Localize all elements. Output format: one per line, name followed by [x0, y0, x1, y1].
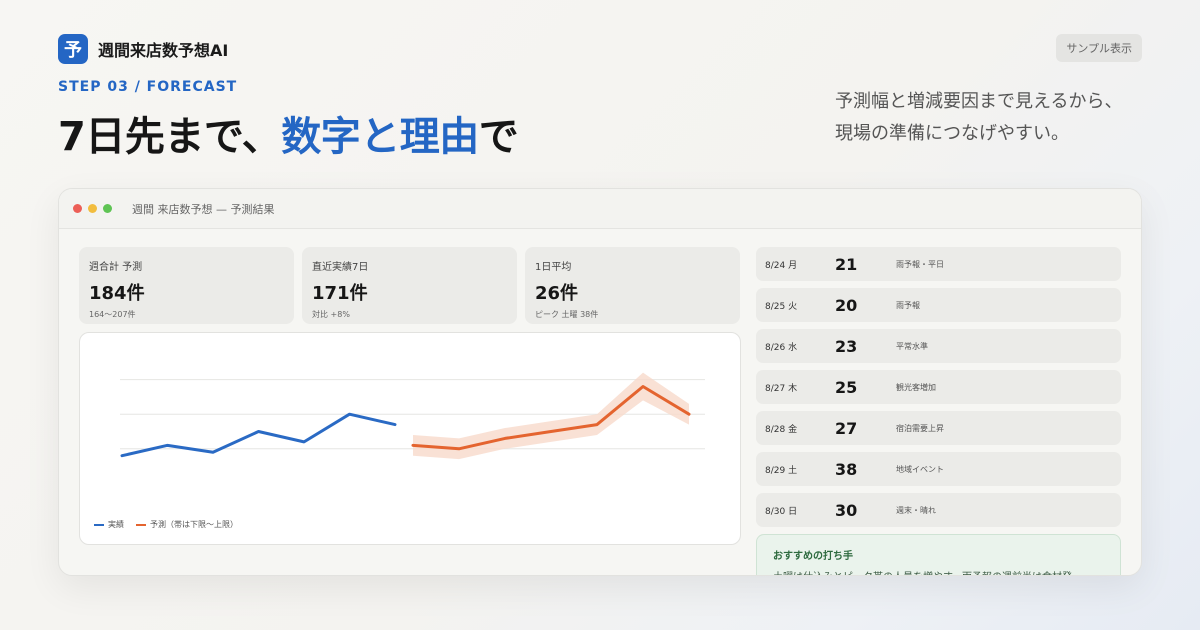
day-value: 23 — [835, 336, 858, 356]
kpi-label: 週合計 予測 — [89, 262, 143, 273]
forecast-chart-card: 実績 予測（帯は下限〜上限） — [79, 332, 741, 545]
day-value: 27 — [835, 418, 858, 438]
lead-line-2: 現場の準備につなげやすい。 — [835, 123, 1069, 144]
lead-text: 予測幅と増減要因まで見えるから、 現場の準備につなげやすい。 — [835, 86, 1140, 150]
day-note: 週末・晴れ — [896, 505, 936, 515]
brand-name: 週間来店数予想AI — [98, 41, 229, 60]
day-note: 宿泊需要上昇 — [896, 423, 944, 433]
forecast-chart — [120, 372, 705, 460]
day-row: 8/29 土 38 地域イベント — [756, 452, 1121, 486]
legend-label-actual: 実績 — [108, 520, 124, 529]
step-label: STEP 03 / FORECAST — [58, 79, 238, 95]
day-value: 21 — [835, 254, 858, 274]
daily-forecast-list: 8/24 月 21 雨予報・平日 8/25 火 20 雨予報 8/26 水 23 平常水準 … — [756, 247, 1121, 534]
actual-series-line — [120, 412, 397, 458]
day-note: 雨予報・平日 — [896, 259, 944, 269]
window-titlebar: 週間 来店数予想 — 予測結果 — [59, 189, 1141, 229]
minimize-window-button[interactable] — [88, 204, 97, 213]
day-date: 8/26 水 — [765, 342, 798, 353]
kpi-sub: ピーク 土曜 38件 — [535, 310, 599, 319]
kpi-label: 直近実績7日 — [312, 262, 369, 273]
kpi-value: 184件 — [89, 283, 145, 304]
window-title: 週間 来店数予想 — 予測結果 — [132, 202, 275, 216]
day-value: 25 — [835, 377, 858, 397]
page-title: 7日先まで、数字と理由で — [58, 104, 519, 162]
day-note: 観光客増加 — [896, 382, 936, 392]
legend-swatch-forecast — [136, 523, 146, 526]
day-date: 8/27 木 — [765, 383, 798, 394]
day-date: 8/25 火 — [765, 301, 798, 312]
kpi-sub: 164〜207件 — [89, 310, 136, 319]
day-row: 8/30 日 30 週末・晴れ — [756, 493, 1121, 527]
headline-highlight: 数字と理由 — [281, 114, 479, 160]
kpi-label: 1日平均 — [535, 262, 572, 273]
legend-label-forecast: 予測（帯は下限〜上限） — [150, 520, 238, 529]
kpi-value: 171件 — [312, 283, 368, 304]
day-date: 8/24 月 — [765, 260, 798, 271]
legend-swatch-actual — [94, 523, 104, 526]
legend-item-actual: 実績 — [94, 519, 124, 530]
day-row: 8/28 金 27 宿泊需要上昇 — [756, 411, 1121, 445]
chart-legend: 実績 予測（帯は下限〜上限） — [94, 519, 238, 530]
headline-part1: 7日先まで、 — [58, 114, 282, 160]
day-value: 30 — [835, 500, 858, 520]
day-date: 8/29 土 — [765, 465, 798, 476]
day-row: 8/27 木 25 観光客増加 — [756, 370, 1121, 404]
day-row: 8/25 火 20 雨予報 — [756, 288, 1121, 322]
lead-line-1: 予測幅と増減要因まで見えるから、 — [835, 91, 1123, 112]
maximize-window-button[interactable] — [103, 204, 112, 213]
headline-part2: で — [478, 114, 519, 160]
close-window-button[interactable] — [73, 204, 82, 213]
day-value: 20 — [835, 295, 858, 315]
kpi-weekly-total: 週合計 予測 184件 164〜207件 — [79, 247, 294, 324]
legend-item-forecast: 予測（帯は下限〜上限） — [136, 519, 238, 530]
day-date: 8/30 日 — [765, 506, 798, 517]
day-row: 8/24 月 21 雨予報・平日 — [756, 247, 1121, 281]
kpi-value: 26件 — [535, 283, 579, 304]
recommendation-body: 土曜は仕込みとピーク帯の人員を増やす。雨予報の週前半は食材発 — [773, 568, 1104, 575]
day-note: 平常水準 — [896, 341, 928, 351]
day-value: 38 — [835, 459, 858, 479]
forecast-band — [413, 372, 689, 460]
day-note: 雨予報 — [896, 300, 920, 310]
recommendation-card: おすすめの打ち手 土曜は仕込みとピーク帯の人員を増やす。雨予報の週前半は食材発 — [756, 534, 1121, 575]
kpi-sub: 対比 +8% — [312, 310, 350, 319]
app-window: 週間 来店数予想 — 予測結果 週合計 予測 184件 164〜207件 直近実… — [58, 188, 1142, 576]
kpi-daily-average: 1日平均 26件 ピーク 土曜 38件 — [525, 247, 740, 324]
day-date: 8/28 金 — [765, 424, 798, 435]
kpi-recent-actual: 直近実績7日 171件 対比 +8% — [302, 247, 517, 324]
day-note: 地域イベント — [896, 464, 944, 474]
recommendation-title: おすすめの打ち手 — [773, 551, 853, 562]
sample-badge: サンプル表示 — [1056, 34, 1142, 62]
brand-logo-icon: 予 — [58, 34, 88, 64]
brand: 予 週間来店数予想AI — [58, 34, 228, 64]
day-row: 8/26 水 23 平常水準 — [756, 329, 1121, 363]
